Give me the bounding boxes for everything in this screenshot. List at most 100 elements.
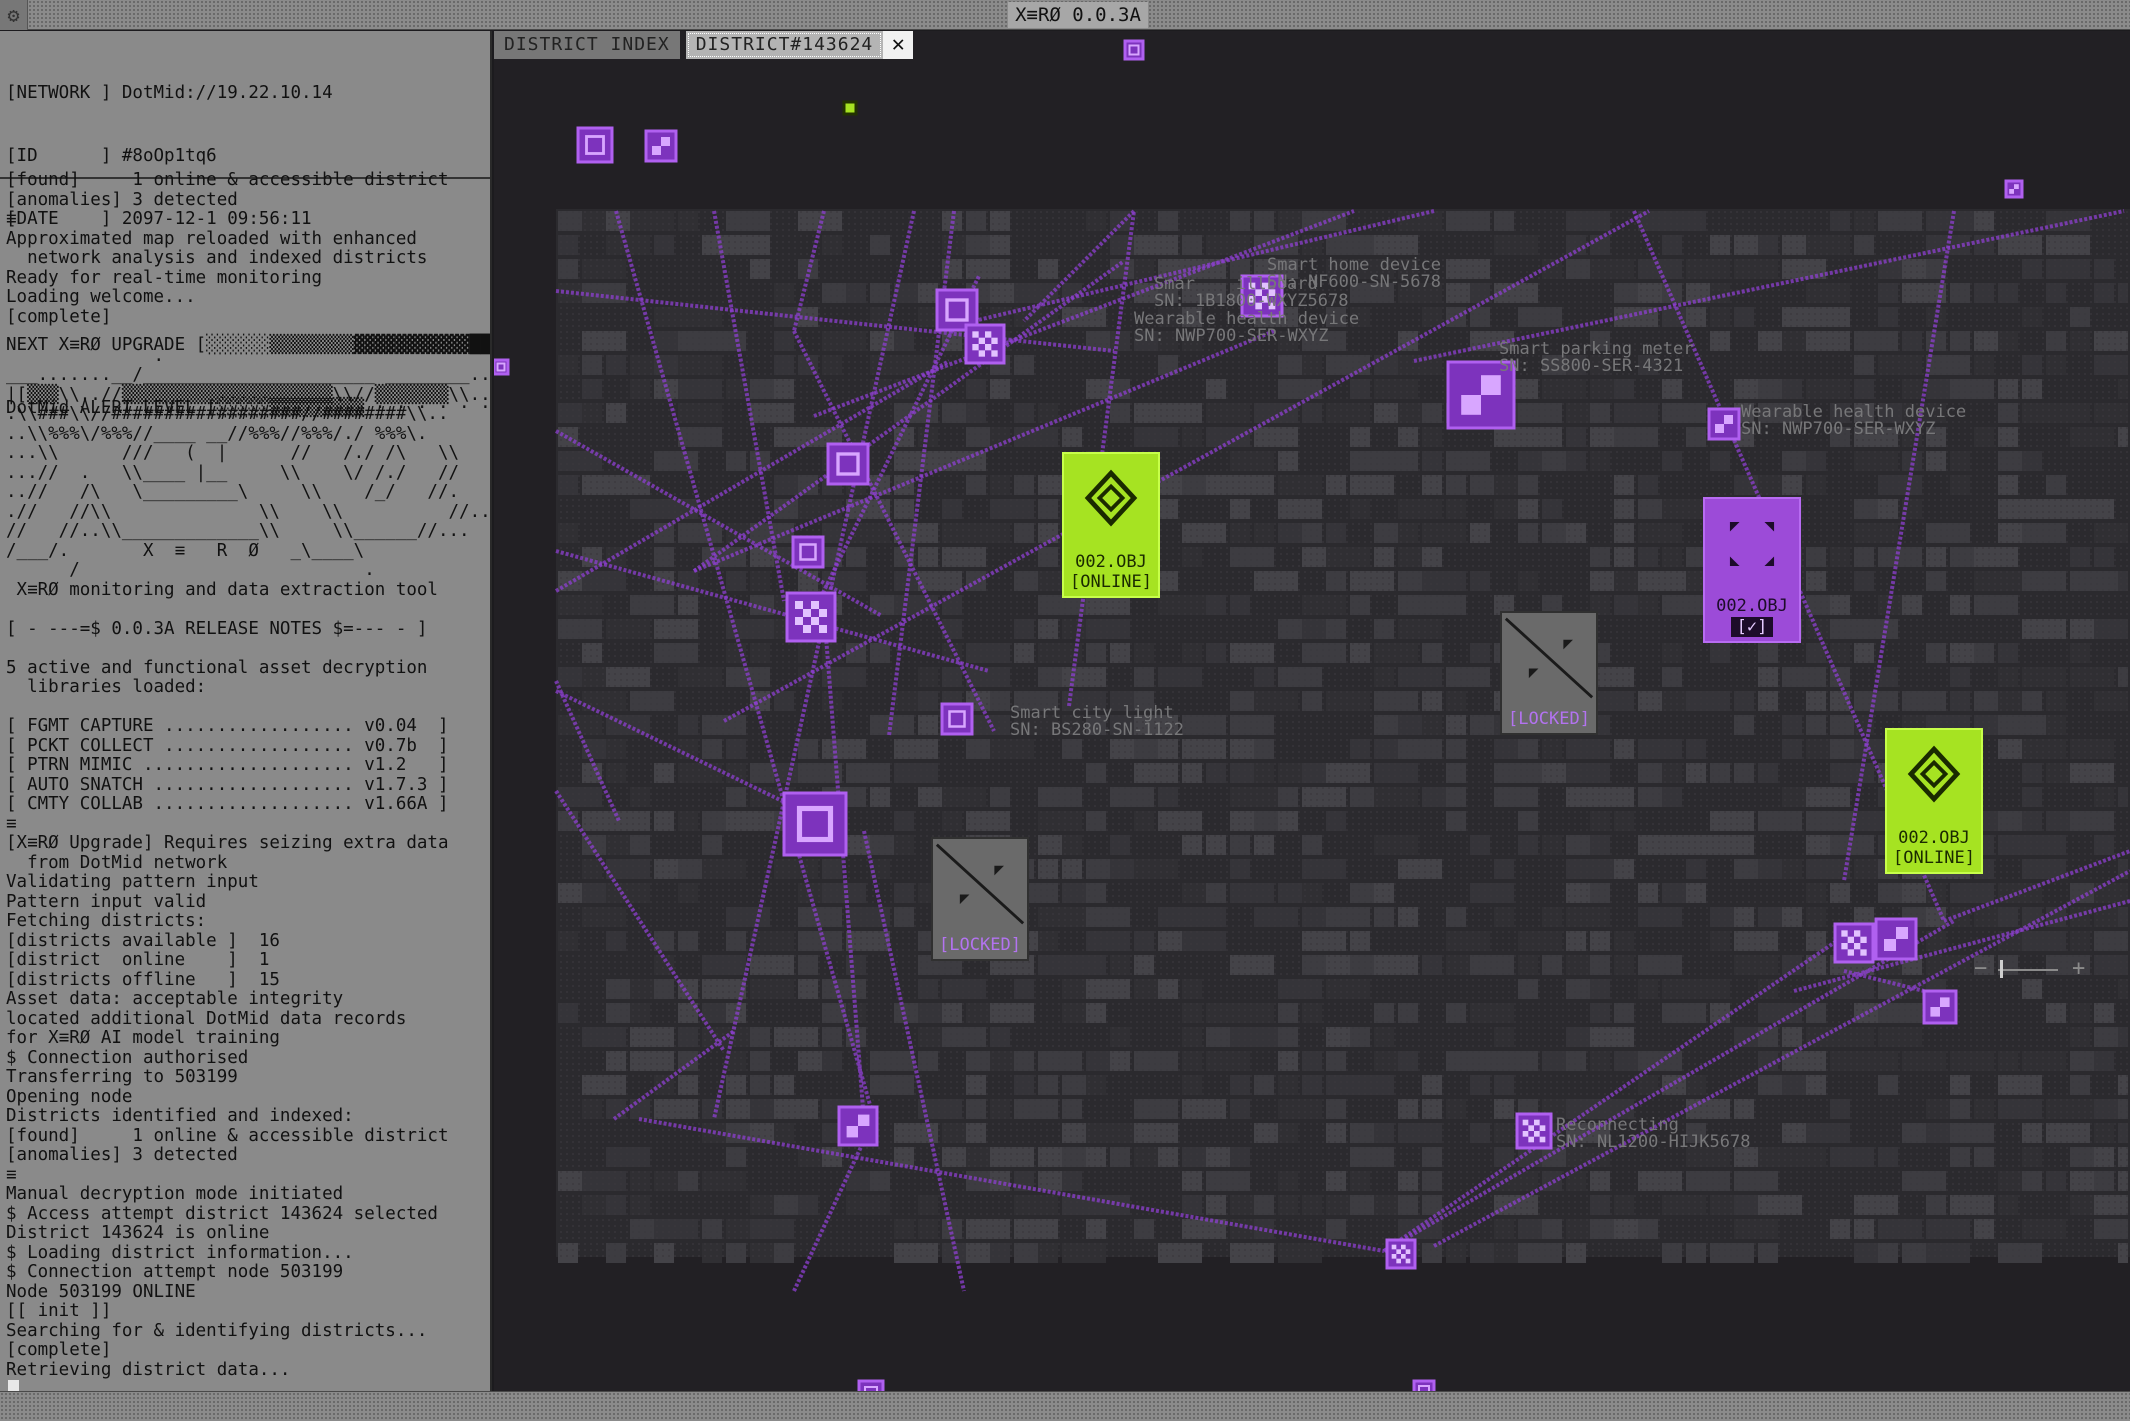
console-log-line: Districts identified and indexed: bbox=[6, 1106, 354, 1126]
zoom-control[interactable]: − + bbox=[1974, 956, 2094, 982]
device-node bbox=[964, 323, 1006, 365]
device-label: Wearable health device SN: NWP700-SER-WX… bbox=[1741, 402, 1967, 439]
console-log-line: [ AUTO SNATCH ................... v1.7.3… bbox=[6, 774, 449, 795]
device-node bbox=[791, 535, 825, 569]
console-log-line: |[▒▒▒\\..//▒▒▒▒▒▒▒▒▒▒▒▒▒▒▒▒▒▒▒▒\\//▒▒▒▒▒… bbox=[6, 384, 491, 405]
device-label: Smart city light SN: BS280-SN-1122 bbox=[1010, 703, 1184, 740]
online-marker bbox=[842, 100, 858, 116]
device-node bbox=[1922, 989, 1958, 1025]
console-log-line: Ready for real-time monitoring bbox=[6, 267, 323, 288]
console-panel: [NETWORK ] DotMid://19.22.10.14 [ID ] #8… bbox=[0, 31, 492, 1391]
card-object-id: 002.OBJ bbox=[1075, 552, 1147, 572]
diamond-target-icon bbox=[1907, 745, 1961, 803]
console-log-line bbox=[6, 600, 486, 620]
console-log-line: Node 503199 ONLINE bbox=[6, 1281, 196, 1302]
console-log-line: Fetching districts: bbox=[6, 911, 207, 931]
console-log-line: [ - ---=$ 0.0.3A RELEASE NOTES $=--- - ] bbox=[6, 618, 428, 639]
device-node bbox=[826, 442, 870, 486]
tab-district-143624[interactable]: DISTRICT#143624 bbox=[685, 31, 884, 59]
tab-bar: DISTRICT INDEX DISTRICT#143624 ✕ bbox=[494, 31, 914, 61]
device-node bbox=[782, 791, 848, 857]
text-cursor bbox=[8, 1380, 19, 1391]
console-log-line: $ Connection authorised bbox=[6, 1047, 249, 1068]
device-node bbox=[2004, 179, 2024, 199]
district-map[interactable]: Smart home device SN: NF600-SN-5678 Smar… bbox=[494, 31, 2130, 1391]
console-log-line: 5 active and functional asset decryption bbox=[6, 657, 428, 678]
console-log-line: Pattern input valid bbox=[6, 891, 207, 912]
console-log-line: // //..\\_____________\\ \\______//... bbox=[6, 521, 470, 541]
console-log-line: [X≡RØ Upgrade] Requires seizing extra da… bbox=[6, 833, 449, 853]
zoom-in-button[interactable]: + bbox=[2072, 956, 2085, 982]
zoom-slider-thumb[interactable] bbox=[2000, 960, 2003, 978]
console-log-line: ..// /\ \_________\ \\ /_/ //. bbox=[6, 482, 460, 502]
console-log-line: Retrieving district data... bbox=[6, 1359, 291, 1380]
device-node bbox=[576, 126, 614, 164]
console-log[interactable]: [found] 1 online & accessible district [a… bbox=[0, 171, 492, 1391]
console-log-line: Asset data: acceptable integrity bbox=[6, 989, 344, 1009]
close-tab-button[interactable]: ✕ bbox=[883, 31, 914, 59]
device-label: Smart parking meter SN: SS800-SER-4321 bbox=[1499, 339, 1694, 376]
id-line: [ID ] #8oOp1tq6 bbox=[6, 146, 217, 166]
console-log-line: [found] 1 online & accessible district bbox=[6, 1125, 449, 1146]
title-bar: ⚙ X≡RØ 0.0.3A bbox=[0, 0, 2130, 30]
device-node bbox=[644, 129, 678, 163]
gear-icon[interactable]: ⚙ bbox=[0, 0, 28, 30]
device-node bbox=[1123, 39, 1145, 61]
card-status: [LOCKED] bbox=[939, 935, 1021, 955]
console-log-line: [found] 1 online & accessible district bbox=[6, 171, 449, 190]
selected-district-card[interactable]: 002.OBJ [✓] bbox=[1703, 497, 1801, 643]
console-log-line: District 143624 is online bbox=[6, 1223, 270, 1243]
console-log-line: [anomalies] 3 detected bbox=[6, 189, 238, 210]
console-log-line: .// //\\ \\ \\ //.. bbox=[6, 501, 491, 522]
tab-district-index[interactable]: DISTRICT INDEX bbox=[494, 31, 680, 59]
console-log-line: [ FGMT CAPTURE .................. v0.04 … bbox=[6, 716, 449, 736]
locked-district-card[interactable]: [LOCKED] bbox=[1500, 611, 1598, 735]
console-log-line: / . bbox=[6, 560, 375, 580]
device-node bbox=[1385, 1238, 1417, 1270]
console-log-line: [[ init ]] bbox=[6, 1301, 112, 1321]
zoom-out-button[interactable]: − bbox=[1974, 956, 1987, 982]
console-log-line: from DotMid network bbox=[6, 852, 228, 873]
console-log-line: ≡ bbox=[6, 209, 17, 229]
network-line: [NETWORK ] DotMid://19.22.10.14 bbox=[6, 83, 333, 103]
device-label: Wearable health device SN: NWP700-SER-WX… bbox=[1134, 309, 1360, 346]
console-log-line: Opening node bbox=[6, 1086, 133, 1107]
console-log-line: ___.......__/______________________ ____… bbox=[6, 365, 492, 385]
device-node bbox=[857, 1379, 885, 1391]
online-district-card[interactable]: 002.OBJ [ONLINE] bbox=[1062, 452, 1160, 598]
console-log-line bbox=[6, 327, 486, 347]
console-log-line: [anomalies] 3 detected bbox=[6, 1145, 238, 1165]
console-log-line: [ PTRN MIMIC .................... v1.2 ] bbox=[6, 755, 449, 775]
console-log-line: $ Loading district information... bbox=[6, 1242, 354, 1263]
console-log-line: libraries loaded: bbox=[6, 677, 207, 697]
card-status: [ONLINE] bbox=[1893, 848, 1975, 868]
console-log-line: .\\###\\//##################//########\\… bbox=[6, 404, 449, 424]
device-node bbox=[1833, 922, 1875, 964]
device-node bbox=[940, 702, 974, 736]
diamond-target-icon bbox=[1084, 469, 1138, 527]
map-canvas bbox=[494, 39, 2130, 1391]
console-log-line: [ CMTY COLLAB ................... v1.66A… bbox=[6, 794, 449, 814]
console-log-line: [districts offline ] 15 bbox=[6, 969, 280, 990]
console-log-line: Approximated map reloaded with enhanced bbox=[6, 228, 417, 249]
online-district-card[interactable]: 002.OBJ [ONLINE] bbox=[1885, 728, 1983, 874]
card-status: [LOCKED] bbox=[1508, 709, 1590, 729]
zoom-slider-track[interactable] bbox=[1998, 969, 2058, 971]
locked-district-card[interactable]: [LOCKED] bbox=[931, 837, 1029, 961]
console-log-line: ...\\ /// ( | // /./ /\ \\ bbox=[6, 443, 460, 463]
console-log-line: Manual decryption mode initiated bbox=[6, 1184, 344, 1204]
console-log-line: located additional DotMid data records bbox=[6, 1008, 407, 1029]
device-node bbox=[1874, 917, 1918, 961]
console-log-line: . bbox=[6, 345, 165, 366]
device-label: Smar illboard SN: 1B1800-WXYZ5678 bbox=[1154, 274, 1349, 311]
console-log-line: [districts available ] 16 bbox=[6, 930, 280, 951]
console-log-line: Loading welcome... bbox=[6, 287, 196, 307]
console-log-line: Transferring to 503199 bbox=[6, 1067, 238, 1087]
console-log-line: /___/. X ≡ R Ø _\____\ bbox=[6, 540, 365, 561]
console-log-line: for X≡RØ AI model training bbox=[6, 1028, 280, 1048]
console-log-line bbox=[6, 698, 486, 718]
console-log-line: $ Access attempt district 143624 selecte… bbox=[6, 1203, 438, 1224]
console-log-line: ...// . \\____ |__ \\ \/ /./ // bbox=[6, 462, 460, 483]
device-node bbox=[1412, 1379, 1436, 1391]
locked-slash-icon bbox=[935, 843, 1025, 925]
